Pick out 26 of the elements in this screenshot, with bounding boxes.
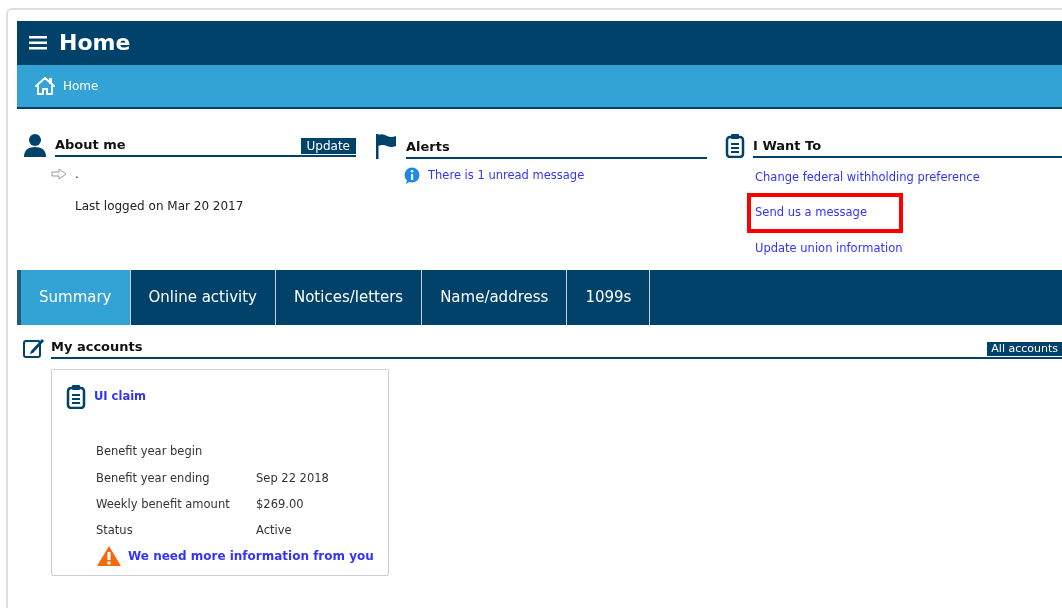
section-title: My accounts	[51, 337, 143, 356]
tab[interactable]: Notices/letters	[275, 269, 423, 325]
field-value: $269.00	[256, 495, 305, 513]
action-link[interactable]: Change federal withholding preference	[747, 162, 988, 194]
field-value: Active	[256, 522, 293, 539]
action-link[interactable]: Update union information	[747, 232, 911, 264]
field-label: Weekly benefit amount	[96, 495, 231, 513]
section-title: Alerts	[406, 137, 450, 156]
all-accounts-button[interactable]: All accounts	[987, 342, 1062, 357]
tab[interactable]: Name/address	[422, 269, 568, 325]
update-button[interactable]: Update	[300, 138, 356, 154]
section-title: I Want To	[753, 136, 822, 155]
tab[interactable]: 1099s	[567, 269, 651, 325]
alert-link[interactable]: There is 1 unread message	[428, 167, 585, 185]
section-title: About me	[55, 135, 126, 154]
tab[interactable]: Online activity	[130, 269, 276, 325]
action-link[interactable]: Send us a message	[747, 193, 903, 233]
field-label: Benefit year begin	[96, 443, 204, 461]
claim-link[interactable]: UI claim	[94, 388, 147, 406]
field-label: Status	[96, 522, 134, 539]
page-title: Home	[59, 29, 131, 57]
field-label: Benefit year ending	[96, 469, 211, 487]
last-logged-text: Last logged on Mar 20 2017	[74, 198, 245, 215]
name-text: .	[75, 166, 79, 183]
warning-link[interactable]: We need more information from you	[128, 547, 374, 566]
field-value: Sep 22 2018	[256, 469, 330, 487]
